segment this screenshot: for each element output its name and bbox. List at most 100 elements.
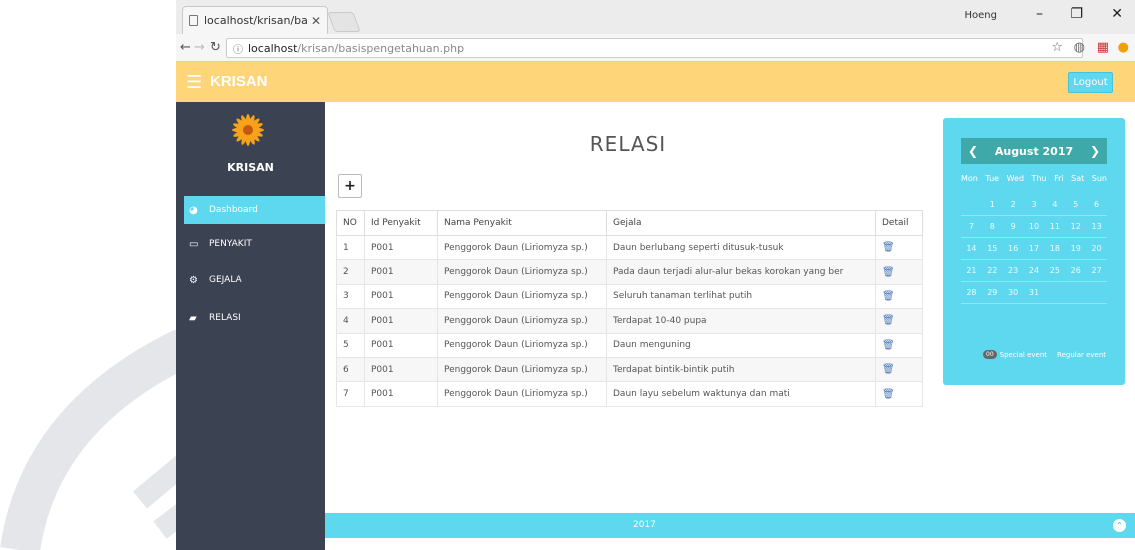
calendar-day[interactable]: 30 (1003, 288, 1024, 297)
calendar-day[interactable]: 28 (961, 288, 982, 297)
calendar-day[interactable]: 31 (1024, 288, 1045, 297)
calendar-day[interactable]: 1 (982, 200, 1003, 209)
table-row: 4 P001 Penggorok Daun (Liriomyza sp.) Terda… (336, 308, 923, 334)
next-month-icon[interactable]: ❯ (1090, 144, 1100, 158)
top-header: ☰ KRISAN Logout (176, 62, 1135, 102)
calendar-day[interactable]: 18 (1044, 244, 1065, 253)
restore-icon[interactable]: ❐ (1070, 6, 1083, 22)
trash-icon[interactable]: 🗑 (882, 315, 895, 326)
calendar-day[interactable]: 3 (1024, 200, 1045, 209)
calendar-week: 7 8 9 10 11 12 13 (961, 216, 1107, 238)
url-field[interactable]: ⓘ localhost/krisan/basispengetahuan.php (226, 38, 1083, 58)
star-icon[interactable]: ☆ (1051, 40, 1063, 55)
calendar-day[interactable]: 16 (1003, 244, 1024, 253)
menu-icon[interactable]: ☰ (186, 72, 202, 93)
column-header[interactable]: Detail (875, 210, 923, 236)
calendar-day[interactable]: 23 (1003, 266, 1024, 275)
detail-cell: 🗑 (875, 332, 923, 358)
calendar-week: 123456 (961, 194, 1107, 216)
calendar-day[interactable]: 11 (1044, 222, 1065, 231)
trash-icon[interactable]: 🗑 (882, 389, 895, 400)
table-cell: 6 (336, 356, 365, 383)
calendar-day[interactable]: 17 (1024, 244, 1045, 253)
trash-icon[interactable]: 🗑 (882, 364, 895, 375)
table-row: 1 P001 Penggorok Daun (Liriomyza sp.) Daun … (336, 234, 923, 261)
table-cell: Penggorok Daun (Liriomyza sp.) (437, 332, 607, 358)
calendar-day[interactable]: 26 (1065, 266, 1086, 275)
trash-icon[interactable]: 🗑 (882, 267, 895, 278)
weekday-label: Thu (1031, 174, 1047, 183)
footer-year: 2017 (633, 520, 656, 530)
scroll-top-icon[interactable]: ⌃ (1113, 519, 1126, 532)
calendar-day[interactable]: 13 (1086, 222, 1107, 231)
special-event-badge: 00 (983, 350, 997, 359)
flower-logo-icon (232, 114, 264, 146)
sidebar-item-gejala[interactable]: ⚙ GEJALA (184, 266, 325, 294)
extension-icon[interactable]: ◍ (1074, 40, 1085, 55)
extension-badge-icon[interactable]: ▦ (1097, 40, 1109, 55)
calendar-day[interactable]: 7 (961, 222, 982, 231)
sidebar-item-relasi[interactable]: ▰ RELASI (184, 304, 325, 332)
calendar-day[interactable]: 5 (1065, 200, 1086, 209)
trash-icon[interactable]: 🗑 (882, 242, 895, 253)
table-cell: Penggorok Daun (Liriomyza sp.) (437, 259, 607, 285)
alert-icon[interactable]: ● (1118, 40, 1129, 55)
browser-tab[interactable]: localhost/krisan/basispe ✕ (182, 6, 328, 34)
table-cell: Penggorok Daun (Liriomyza sp.) (437, 234, 607, 261)
calendar-day[interactable]: 10 (1024, 222, 1045, 231)
calendar-day[interactable]: 4 (1044, 200, 1065, 209)
add-button[interactable]: + (338, 174, 362, 198)
relasi-table: NO Id Penyakit Nama Penyakit Gejala Deta… (336, 210, 923, 407)
calendar-day[interactable]: 19 (1065, 244, 1086, 253)
calendar-day[interactable]: 29 (982, 288, 1003, 297)
trash-icon[interactable]: 🗑 (882, 291, 895, 302)
calendar-day[interactable]: 21 (961, 266, 982, 275)
column-header[interactable]: Gejala (606, 210, 876, 236)
reload-icon[interactable]: ↻ (210, 40, 221, 55)
column-header[interactable]: Id Penyakit (364, 210, 438, 236)
calendar-day[interactable]: 12 (1065, 222, 1086, 231)
calendar-day[interactable]: 9 (1003, 222, 1024, 231)
table-cell: P001 (364, 259, 438, 285)
logout-button[interactable]: Logout (1068, 72, 1113, 93)
calendar-day[interactable]: 2 (1003, 200, 1024, 209)
calendar-day[interactable]: 20 (1086, 244, 1107, 253)
calendar-day[interactable]: 6 (1086, 200, 1107, 209)
info-icon: ⓘ (233, 44, 243, 56)
calendar-day[interactable]: 27 (1086, 266, 1107, 275)
page-title: RELASI (589, 132, 667, 156)
calendar-day[interactable]: 15 (982, 244, 1003, 253)
calendar-day[interactable]: 24 (1024, 266, 1045, 275)
weekday-label: Sat (1071, 174, 1085, 183)
back-icon[interactable]: ← (180, 40, 191, 55)
table-cell: Daun berlubang seperti ditusuk-tusuk (606, 234, 876, 261)
sidebar-item-label: RELASI (209, 313, 241, 323)
calendar-header: ❮ August 2017 ❯ (961, 138, 1107, 164)
trash-icon[interactable]: 🗑 (882, 340, 895, 351)
sidebar-brand: KRISAN (227, 161, 274, 174)
calendar-day[interactable]: 22 (982, 266, 1003, 275)
calendar-day[interactable]: 25 (1044, 266, 1065, 275)
url-path: /krisan/basispengetahuan.php (297, 41, 465, 55)
forward-icon[interactable]: → (194, 40, 205, 55)
sidebar-item-dashboard[interactable]: ◕ Dashboard (184, 196, 325, 224)
weekday-label: Wed (1006, 174, 1025, 183)
window-user[interactable]: Hoeng (965, 10, 997, 21)
table-cell: P001 (364, 381, 438, 407)
sidebar-item-label: GEJALA (209, 275, 242, 285)
calendar-weekdays: Mon Tue Wed Thu Fri Sat Sun (961, 174, 1107, 183)
table-header-row: NO Id Penyakit Nama Penyakit Gejala Deta… (336, 210, 923, 236)
table-cell: 1 (336, 234, 365, 261)
table-cell: 7 (336, 381, 365, 407)
column-header[interactable]: NO (336, 210, 365, 236)
prev-month-icon[interactable]: ❮ (968, 144, 978, 158)
close-tab-icon[interactable]: ✕ (311, 14, 321, 28)
calendar-week: 14 15 16 17 18 19 20 (961, 238, 1107, 260)
minimize-icon[interactable]: – (1036, 6, 1043, 22)
calendar-day[interactable]: 14 (961, 244, 982, 253)
new-tab-button[interactable] (327, 12, 361, 32)
close-window-icon[interactable]: ✕ (1111, 6, 1123, 22)
calendar-day[interactable]: 8 (982, 222, 1003, 231)
sidebar-item-penyakit[interactable]: ▭ PENYAKIT (184, 230, 325, 258)
column-header[interactable]: Nama Penyakit (437, 210, 607, 236)
